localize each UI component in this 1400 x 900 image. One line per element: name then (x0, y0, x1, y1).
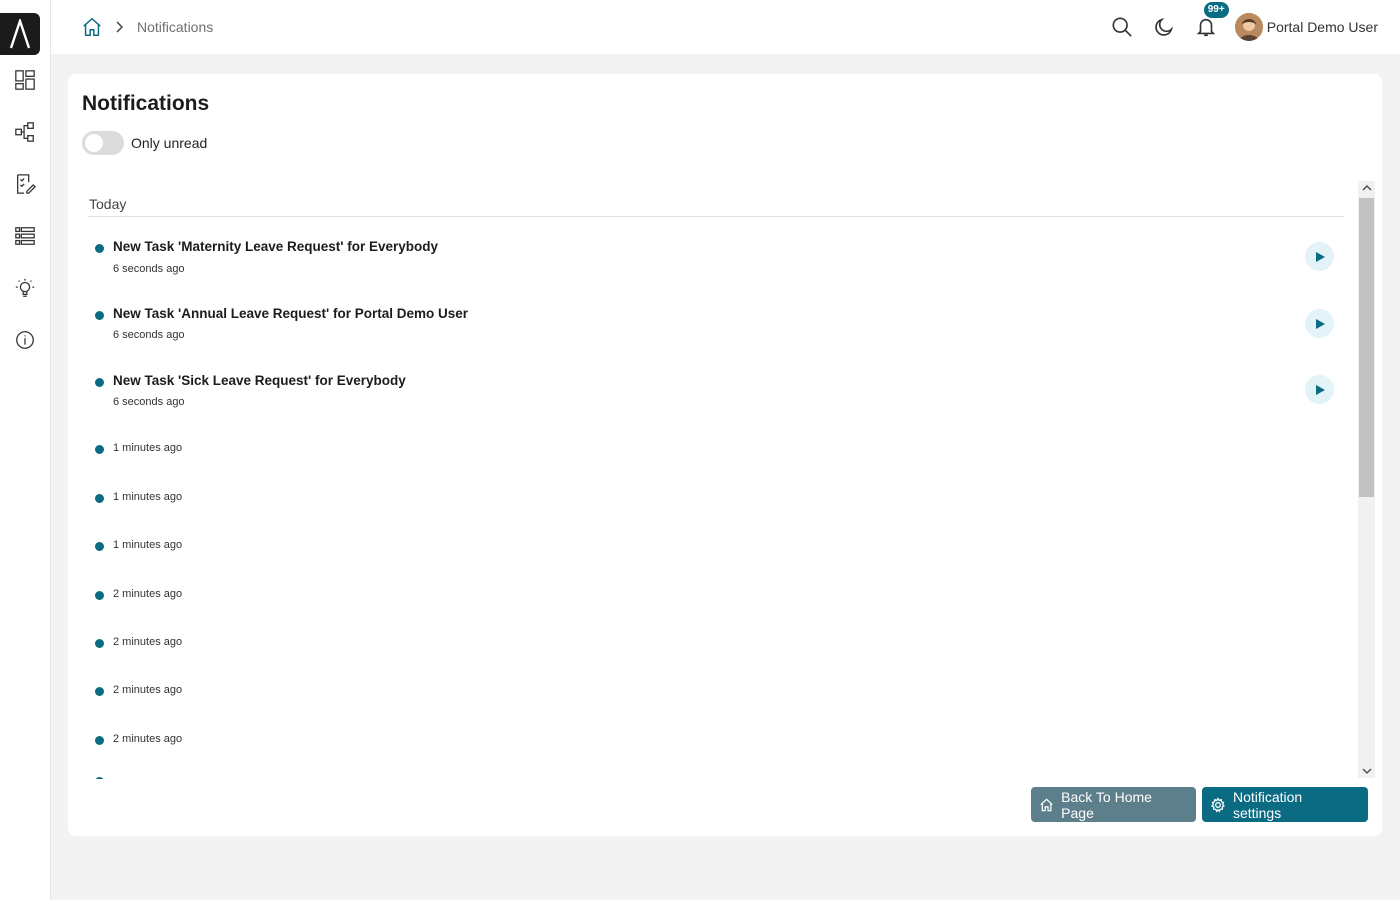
page-title: Notifications (82, 92, 210, 115)
notification-count-badge: 99+ (1202, 1, 1230, 19)
notification-time: 2 minutes ago (113, 636, 183, 648)
list-item[interactable]: 2 minutes ago (88, 726, 1344, 774)
scroll-thumb[interactable] (1359, 198, 1374, 497)
back-to-home-button[interactable]: Back To Home Page (1031, 787, 1196, 822)
play-icon (1315, 384, 1325, 395)
scrollbar[interactable] (1358, 181, 1375, 778)
unread-dot (95, 244, 104, 253)
unread-dot (95, 311, 104, 320)
chevron-down-icon (1361, 768, 1372, 775)
list-item[interactable]: 1 minutes ago (88, 532, 1344, 580)
idea-icon[interactable] (13, 276, 37, 300)
unread-dot (95, 687, 104, 696)
bell-icon (1196, 18, 1216, 37)
home-icon[interactable] (81, 16, 103, 38)
only-unread-label: Only unread (131, 135, 208, 151)
back-to-home-label: Back To Home Page (1061, 788, 1152, 821)
top-bar: Notifications 99+ Portal Demo User (51, 0, 1400, 54)
unread-dot (95, 445, 104, 454)
list-item[interactable] (88, 775, 1344, 779)
chevron-up-icon (1361, 184, 1372, 191)
sidebar (0, 0, 51, 900)
divider (88, 216, 1344, 217)
list-item[interactable]: 1 minutes ago (88, 435, 1344, 483)
notification-time: 1 minutes ago (113, 539, 183, 551)
notification-list: Today New Task 'Maternity Leave Request'… (88, 179, 1344, 779)
top-bar-actions: 99+ Portal Demo User (1091, 1, 1378, 44)
notification-settings-label: Notification settings (1232, 788, 1303, 821)
avatar[interactable] (1234, 13, 1263, 41)
search-icon[interactable] (1111, 16, 1133, 38)
scroll-up-arrow[interactable] (1358, 181, 1375, 195)
gear-icon (1210, 796, 1225, 812)
unread-dot (95, 639, 104, 648)
dashboard-icon[interactable] (13, 68, 37, 92)
notification-time: 6 seconds ago (113, 396, 185, 408)
notification-settings-button[interactable]: Notification settings (1202, 787, 1368, 822)
unread-dot (95, 777, 104, 779)
only-unread-toggle[interactable] (82, 131, 124, 155)
play-icon (1315, 318, 1325, 329)
list-icon[interactable] (13, 224, 37, 248)
notification-time: 2 minutes ago (113, 588, 183, 600)
info-icon[interactable] (13, 328, 37, 352)
list-item[interactable]: 2 minutes ago (88, 629, 1344, 677)
list-item[interactable]: 2 minutes ago (88, 581, 1344, 629)
notification-title: New Task 'Sick Leave Request' for Everyb… (113, 373, 406, 388)
chevron-right-icon (116, 21, 124, 33)
breadcrumb-current: Notifications (137, 19, 214, 35)
notification-time: 6 seconds ago (113, 263, 185, 275)
process-icon[interactable] (13, 120, 37, 144)
notification-time: 2 minutes ago (113, 684, 183, 696)
notification-time: 2 minutes ago (113, 733, 183, 745)
unread-dot (95, 736, 104, 745)
list-item[interactable]: New Task 'Maternity Leave Request' for E… (88, 234, 1344, 301)
open-task-button[interactable] (1305, 375, 1334, 404)
home-icon (1040, 797, 1053, 811)
play-icon (1315, 251, 1325, 262)
scroll-down-arrow[interactable] (1358, 764, 1375, 778)
list-item[interactable]: 1 minutes ago (88, 484, 1344, 532)
open-task-button[interactable] (1305, 242, 1334, 271)
notification-time: 6 seconds ago (113, 329, 185, 341)
open-task-button[interactable] (1305, 309, 1334, 338)
list-item[interactable]: New Task 'Annual Leave Request' for Port… (88, 301, 1344, 368)
list-item[interactable]: New Task 'Sick Leave Request' for Everyb… (88, 368, 1344, 435)
notification-title: New Task 'Maternity Leave Request' for E… (113, 239, 439, 254)
unread-dot (95, 378, 104, 387)
unread-dot (95, 494, 104, 503)
toggle-knob (85, 134, 103, 152)
logo-icon (9, 19, 31, 49)
breadcrumb: Notifications (81, 16, 213, 38)
notifications-button[interactable]: 99+ (1195, 1, 1230, 38)
only-unread-filter: Only unread (82, 131, 207, 155)
dark-mode-icon[interactable] (1153, 16, 1175, 38)
unread-dot (95, 591, 104, 600)
notification-time: 1 minutes ago (113, 491, 183, 503)
group-label-today: Today (89, 196, 127, 212)
notification-title: New Task 'Annual Leave Request' for Port… (113, 306, 469, 321)
app-logo[interactable] (0, 13, 40, 55)
task-icon[interactable] (13, 172, 37, 196)
unread-dot (95, 542, 104, 551)
notification-time: 1 minutes ago (113, 442, 183, 454)
list-item[interactable]: 2 minutes ago (88, 677, 1344, 725)
notifications-card: Notifications Only unread Today New Task… (68, 74, 1382, 836)
user-name[interactable]: Portal Demo User (1267, 19, 1378, 35)
